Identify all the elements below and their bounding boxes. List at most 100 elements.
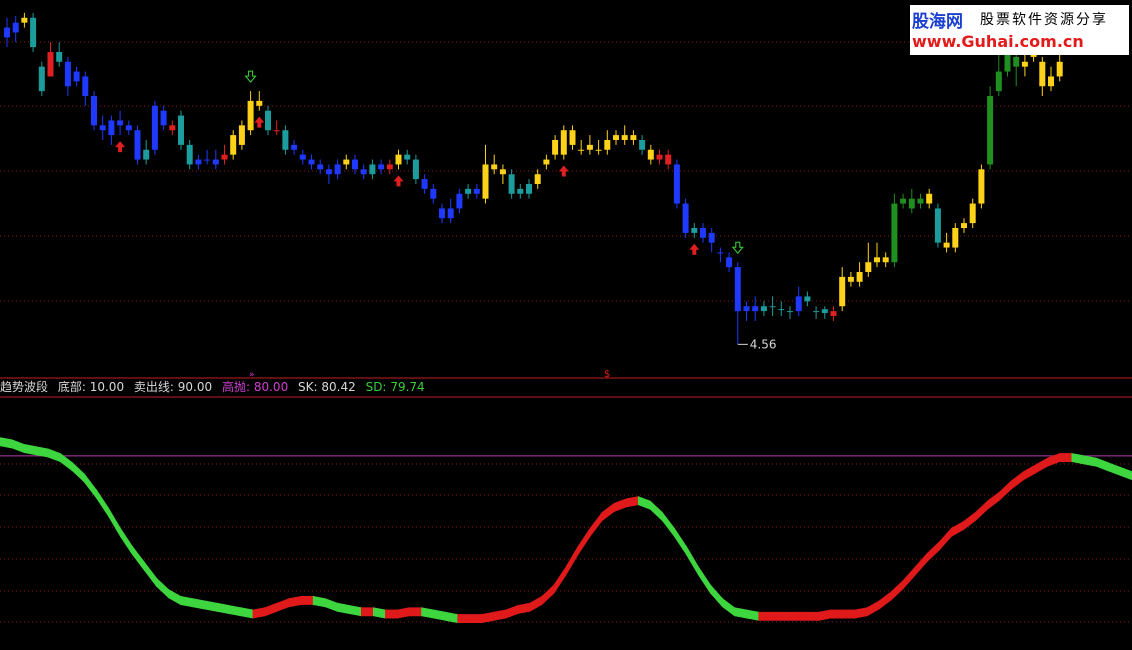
wave-segment-falling xyxy=(348,605,362,617)
candle-body xyxy=(586,144,593,150)
wave-segment-rising xyxy=(987,491,1000,510)
candle-body xyxy=(308,159,315,165)
candle-body xyxy=(526,184,532,194)
candle-body xyxy=(952,228,959,248)
wave-segment-rising xyxy=(782,611,796,621)
candle-body xyxy=(682,203,689,233)
candle-body xyxy=(813,311,820,313)
candle-body xyxy=(404,154,411,160)
wave-segment-falling xyxy=(120,527,133,556)
wave-segment-rising xyxy=(529,595,543,612)
wave-segment-rising xyxy=(1059,453,1073,462)
wave-segment-falling xyxy=(1119,466,1132,481)
wave-segment-rising xyxy=(565,545,579,577)
candle-body xyxy=(891,203,898,263)
wave-segment-rising xyxy=(878,591,892,610)
wave-segment-falling xyxy=(180,595,193,608)
candle-body xyxy=(4,27,10,38)
buy-arrow-icon xyxy=(558,165,569,177)
legend-sd-label: SD: xyxy=(365,380,387,394)
legend-sd-value: 79.74 xyxy=(390,380,425,394)
candle-body xyxy=(613,135,619,140)
candle-body xyxy=(117,120,124,126)
wave-segment-falling xyxy=(373,607,386,619)
candle-body xyxy=(917,198,924,204)
candle-body xyxy=(360,169,367,175)
wave-segment-falling xyxy=(662,511,675,538)
candle-body xyxy=(247,100,254,131)
candle-body xyxy=(12,22,19,33)
signal-arrows xyxy=(115,70,744,255)
wave-segment-rising xyxy=(553,565,567,595)
wave-segment-rising xyxy=(866,600,880,617)
wave-segment-falling xyxy=(445,611,458,624)
buy-arrow-icon xyxy=(689,243,700,255)
wave-segment-rising xyxy=(1047,452,1061,467)
candle-body xyxy=(430,188,437,199)
wave-segment-falling xyxy=(23,443,37,456)
legend-sell-line-label: 卖出线: xyxy=(133,380,174,394)
wave-segment-rising xyxy=(300,596,314,605)
sell-arrow-icon xyxy=(244,70,257,83)
candle-body xyxy=(830,311,837,316)
legend-sk-value: 80.42 xyxy=(321,380,356,394)
candle-body xyxy=(256,100,263,106)
candle-body xyxy=(491,164,498,170)
wave-segment-rising xyxy=(517,602,531,615)
candle-body xyxy=(847,276,854,282)
candle-body xyxy=(412,159,419,180)
candle-body xyxy=(517,188,524,194)
candle-body xyxy=(978,169,985,204)
candle-body xyxy=(595,149,602,151)
candle-body xyxy=(160,110,167,126)
candle-body xyxy=(569,130,576,145)
candle-body xyxy=(656,154,663,160)
watermark-brand: 股海网 xyxy=(912,12,963,32)
candle-body xyxy=(447,208,454,219)
candle-body xyxy=(621,135,628,140)
wave-segment-falling xyxy=(734,607,747,619)
candle-body xyxy=(1013,56,1020,67)
wave-segment-rising xyxy=(457,614,470,624)
candle-body xyxy=(439,208,445,219)
candle-body xyxy=(212,159,219,165)
candle-body xyxy=(508,174,515,194)
candle-body xyxy=(647,149,654,160)
candle-body xyxy=(769,306,776,308)
candle-body xyxy=(195,159,202,165)
wave-segment-falling xyxy=(324,598,338,612)
candle-body xyxy=(578,149,585,151)
wave-segment-rising xyxy=(541,584,555,606)
candle-body xyxy=(778,309,785,311)
candle-body xyxy=(169,125,176,131)
wave-segment-falling xyxy=(421,607,434,619)
wave-segment-rising xyxy=(890,579,904,601)
candle-body xyxy=(865,262,872,272)
legend-high-sell-value: 80.00 xyxy=(253,380,289,394)
candle-body xyxy=(282,130,289,150)
candle-body xyxy=(395,154,402,165)
wave-segment-rising xyxy=(613,498,627,513)
wave-segment-falling xyxy=(216,602,230,615)
wave-segment-rising xyxy=(830,609,844,619)
legend-sd: SD: 79.74 xyxy=(366,380,425,394)
candle-body xyxy=(673,164,680,204)
candle-body xyxy=(369,164,376,175)
wave-segment-rising xyxy=(939,527,952,551)
buy-arrow-icon xyxy=(254,116,265,128)
wave-segment-rising xyxy=(601,502,615,522)
wave-segment-falling xyxy=(228,605,242,617)
candle-body xyxy=(91,96,97,126)
wave-segment-falling xyxy=(674,527,687,556)
wave-segment-falling xyxy=(710,584,723,608)
candle-body xyxy=(421,179,428,189)
candle-body xyxy=(874,257,880,263)
candle-body xyxy=(186,144,193,165)
wave-segment-falling xyxy=(1107,462,1121,476)
legend-sk: SK: 80.42 xyxy=(298,380,356,394)
wave-segment-falling xyxy=(11,439,25,454)
candle-body xyxy=(934,208,941,243)
wave-segment-rising xyxy=(914,552,928,576)
wave-segment-falling xyxy=(204,600,218,612)
wave-segment-rising xyxy=(589,511,603,538)
